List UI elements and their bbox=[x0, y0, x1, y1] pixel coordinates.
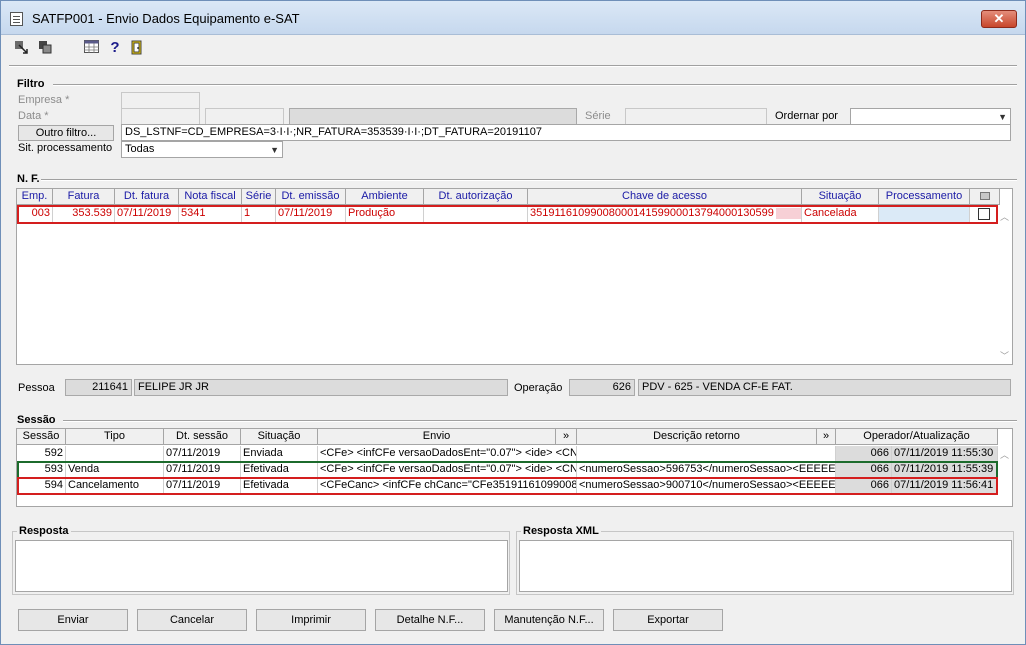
window-title: SATFP001 - Envio Dados Equipamento e-SAT bbox=[32, 11, 300, 26]
pessoa-label: Pessoa bbox=[18, 382, 55, 394]
nf-scrollbar[interactable]: ︿ ﹀ bbox=[998, 206, 1012, 364]
sessao-col-tipo[interactable]: Tipo bbox=[66, 429, 164, 445]
window-icon[interactable] bbox=[37, 40, 53, 56]
imprimir-button[interactable]: Imprimir bbox=[256, 609, 366, 631]
data-fim-field[interactable] bbox=[205, 108, 284, 125]
data-label: Data * bbox=[18, 110, 49, 122]
sessao-tipo bbox=[66, 446, 164, 462]
sessao-envio: <CFe> <infCFe versaoDadosEnt="0.07"> <id… bbox=[318, 446, 577, 462]
nf-grid: Emp. Fatura Dt. fatura Nota fiscal Série… bbox=[16, 188, 1013, 365]
pessoa-name: FELIPE JR JR bbox=[134, 379, 508, 396]
row-highlight-red bbox=[17, 477, 998, 495]
sessao-grid: Sessão Tipo Dt. sessão Situação Envio » … bbox=[16, 428, 1013, 507]
toolbar: ? bbox=[1, 36, 1025, 62]
nf-col-processamento[interactable]: Processamento bbox=[879, 189, 970, 205]
sessao-id: 592 bbox=[17, 446, 66, 462]
scroll-down-icon[interactable]: ﹀ bbox=[1000, 349, 1009, 362]
sessao-col-sessao[interactable]: Sessão bbox=[17, 429, 66, 445]
sessao-dt: 07/11/2019 bbox=[164, 446, 241, 462]
sessao-col-situacao[interactable]: Situação bbox=[241, 429, 318, 445]
nf-group-label: N. F. bbox=[17, 173, 40, 185]
resposta-label: Resposta bbox=[17, 525, 71, 537]
nf-col-chave[interactable]: Chave de acesso bbox=[528, 189, 802, 205]
manutencao-nf-button[interactable]: Manutenção N.F... bbox=[494, 609, 604, 631]
toolbar-separator bbox=[9, 65, 1017, 67]
sit-processamento-value: Todas bbox=[125, 143, 155, 155]
sessao-operador: 066 bbox=[836, 446, 892, 462]
nf-col-emp[interactable]: Emp. bbox=[17, 189, 53, 205]
nf-col-nota-fiscal[interactable]: Nota fiscal bbox=[179, 189, 242, 205]
nf-col-fatura[interactable]: Fatura bbox=[53, 189, 115, 205]
filtro-group-label: Filtro bbox=[17, 78, 45, 90]
chevron-down-icon: ▼ bbox=[998, 112, 1007, 122]
table-row[interactable]: 592 07/11/2019 Enviada <CFe> <infCFe ver… bbox=[17, 446, 998, 462]
document-icon bbox=[10, 12, 23, 26]
nf-col-dt-fatura[interactable]: Dt. fatura bbox=[115, 189, 179, 205]
sessao-retorno bbox=[577, 446, 836, 462]
help-icon[interactable]: ? bbox=[107, 40, 123, 56]
serie-field[interactable] bbox=[625, 108, 767, 125]
nf-col-serie[interactable]: Série bbox=[242, 189, 276, 205]
nf-col-dt-emissao[interactable]: Dt. emissão bbox=[276, 189, 346, 205]
chevron-down-icon: ▼ bbox=[270, 145, 279, 155]
scroll-up-icon[interactable]: ︿ bbox=[1000, 210, 1009, 223]
main-window: SATFP001 - Envio Dados Equipamento e-SAT… bbox=[0, 0, 1026, 645]
sessao-separator bbox=[63, 420, 1017, 422]
arrow-icon[interactable] bbox=[13, 40, 29, 56]
nf-col-dt-autorizacao[interactable]: Dt. autorização bbox=[424, 189, 528, 205]
select-all-icon bbox=[979, 192, 990, 200]
enviar-button[interactable]: Enviar bbox=[18, 609, 128, 631]
sessao-atualizacao: 07/11/2019 11:55:30 bbox=[892, 446, 998, 462]
nf-col-situacao[interactable]: Situação bbox=[802, 189, 879, 205]
data-extra-field bbox=[289, 108, 577, 125]
sessao-group-label: Sessão bbox=[17, 414, 56, 426]
expand-envio-button[interactable]: » bbox=[556, 429, 577, 445]
empresa-field[interactable] bbox=[121, 92, 200, 109]
outro-filtro-button[interactable]: Outro filtro... bbox=[18, 125, 114, 141]
sessao-col-envio[interactable]: Envio bbox=[318, 429, 556, 445]
sessao-col-operador[interactable]: Operador/Atualização bbox=[836, 429, 998, 445]
nf-separator bbox=[41, 179, 1017, 181]
ordenar-select[interactable]: ▼ bbox=[850, 108, 1011, 125]
operacao-code: 626 bbox=[569, 379, 635, 396]
nf-col-ambiente[interactable]: Ambiente bbox=[346, 189, 424, 205]
pessoa-code: 211641 bbox=[65, 379, 132, 396]
sit-processamento-label: Sit. processamento bbox=[18, 142, 113, 154]
serie-label: Série bbox=[585, 110, 611, 122]
nf-col-select[interactable] bbox=[970, 189, 1000, 205]
row-highlight-red bbox=[17, 205, 998, 224]
resposta-xml-textarea[interactable] bbox=[519, 540, 1012, 592]
calendar-grid-icon[interactable] bbox=[83, 40, 99, 56]
close-button[interactable]: ✕ bbox=[981, 10, 1017, 28]
filtro-separator bbox=[53, 84, 1017, 86]
sessao-scrollbar[interactable]: ︿ bbox=[998, 446, 1012, 506]
resposta-xml-label: Resposta XML bbox=[521, 525, 601, 537]
ordenar-label: Ordernar por bbox=[775, 110, 838, 122]
scroll-up-icon[interactable]: ︿ bbox=[1000, 448, 1009, 461]
sessao-situacao: Enviada bbox=[241, 446, 318, 462]
data-inicio-field[interactable] bbox=[121, 108, 200, 125]
title-bar[interactable]: SATFP001 - Envio Dados Equipamento e-SAT… bbox=[1, 1, 1025, 35]
cancelar-button[interactable]: Cancelar bbox=[137, 609, 247, 631]
empresa-label: Empresa * bbox=[18, 94, 70, 106]
expand-retorno-button[interactable]: » bbox=[817, 429, 836, 445]
operacao-desc: PDV - 625 - VENDA CF-E FAT. bbox=[638, 379, 1011, 396]
sessao-col-retorno[interactable]: Descrição retorno bbox=[577, 429, 817, 445]
operacao-label: Operação bbox=[514, 382, 563, 394]
resposta-textarea[interactable] bbox=[15, 540, 508, 592]
exportar-button[interactable]: Exportar bbox=[613, 609, 723, 631]
sit-processamento-select[interactable]: Todas ▼ bbox=[121, 141, 283, 158]
sessao-col-dt[interactable]: Dt. sessão bbox=[164, 429, 241, 445]
exit-door-icon[interactable] bbox=[129, 40, 145, 56]
outro-filtro-field[interactable]: DS_LSTNF=CD_EMPRESA=3·I·I·;NR_FATURA=353… bbox=[121, 124, 1011, 141]
detalhe-nf-button[interactable]: Detalhe N.F... bbox=[375, 609, 485, 631]
